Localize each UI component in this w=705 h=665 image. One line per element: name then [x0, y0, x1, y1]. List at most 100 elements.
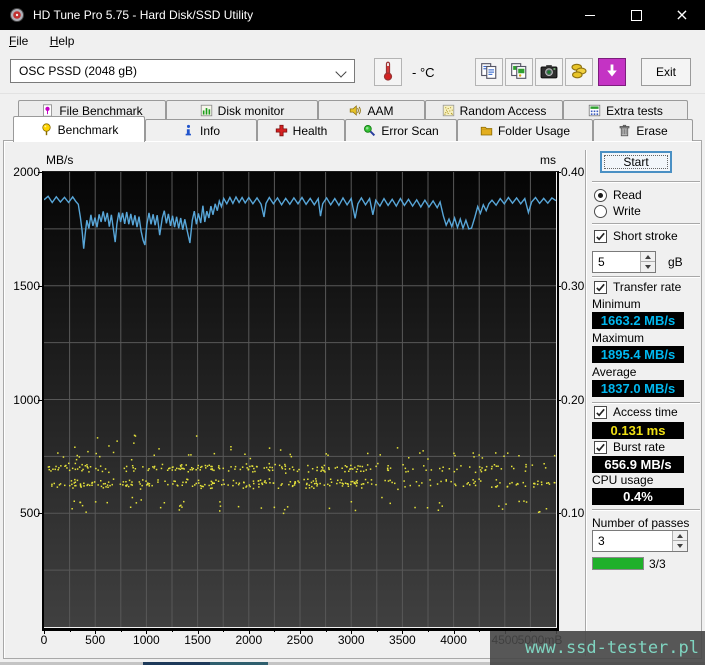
short-stroke-size-spinner[interactable]: 5	[592, 251, 656, 273]
x-axis-tick: 1500	[184, 633, 211, 647]
separator	[592, 402, 700, 404]
menu-file[interactable]: File	[0, 30, 37, 51]
spin-up-button[interactable]	[672, 531, 687, 541]
progress-fill	[593, 558, 643, 569]
titlebar: HD Tune Pro 5.75 - Hard Disk/SSD Utility…	[0, 0, 705, 30]
separator	[592, 223, 700, 225]
copy-text-button[interactable]	[475, 58, 503, 86]
tab-health[interactable]: Health	[257, 119, 345, 141]
maximize-icon	[630, 9, 642, 21]
short-stroke-size-value: 5	[598, 255, 605, 269]
donate-button[interactable]	[565, 58, 593, 86]
left-axis-tick: 500	[19, 506, 40, 521]
drive-select-value: OSC PSSD (2048 gB)	[19, 64, 138, 78]
left-axis-tick: 2000	[13, 165, 40, 179]
tab-error-scan[interactable]: Error Scan	[345, 119, 457, 141]
tab-folder-usage[interactable]: Folder Usage	[457, 119, 593, 141]
arrow-down-icon	[645, 265, 651, 269]
benchmark-icon	[40, 123, 53, 136]
average-label: Average	[592, 365, 637, 379]
cpu-usage-label: CPU usage	[592, 473, 654, 487]
maximize-button[interactable]	[613, 0, 659, 30]
maximum-label: Maximum	[592, 331, 645, 345]
burst-rate-label: Burst rate	[613, 440, 666, 454]
download-arrow-icon	[604, 63, 620, 82]
minimum-value: 1663.2 MB/s	[592, 312, 684, 329]
read-label: Read	[613, 188, 642, 202]
tab-random-access[interactable]: Random Access	[425, 100, 563, 120]
spin-up-button[interactable]	[640, 252, 655, 262]
tab-disk-monitor[interactable]: Disk monitor	[166, 100, 318, 120]
tab-label: Health	[292, 123, 328, 138]
exit-label: Exit	[655, 65, 676, 79]
spin-down-button[interactable]	[640, 262, 655, 272]
menubar: File Help	[0, 30, 705, 52]
passes-spinner[interactable]: 3	[592, 530, 688, 552]
left-axis-unit: MB/s	[46, 153, 74, 167]
access-time-checkbox[interactable]	[594, 406, 607, 419]
tab-erase[interactable]: Erase	[593, 119, 693, 141]
menu-help[interactable]: Help	[41, 30, 84, 51]
x-axis-tick: 2000	[235, 633, 263, 647]
spin-down-button[interactable]	[672, 541, 687, 551]
passes-progressbar	[592, 557, 644, 570]
burst-rate-value: 656.9 MB/s	[592, 456, 684, 473]
arrow-down-icon	[677, 544, 683, 548]
tab-label: Benchmark	[57, 122, 119, 137]
write-label: Write	[613, 204, 641, 218]
right-axis-unit: ms	[540, 153, 556, 167]
passes-label: Number of passes	[592, 516, 690, 530]
write-radio[interactable]	[594, 205, 607, 218]
tab-label: AAM	[367, 103, 394, 118]
tab-label: Info	[199, 123, 220, 138]
average-value: 1837.0 MB/s	[592, 380, 684, 397]
folder-usage-icon	[480, 124, 493, 137]
copy-image-icon	[510, 62, 528, 83]
short-stroke-checkbox[interactable]	[594, 230, 607, 243]
copy-image-button[interactable]	[505, 58, 533, 86]
temperature-button[interactable]	[374, 58, 402, 86]
tab-label: Disk monitor	[217, 103, 285, 118]
access-time-label: Access time	[613, 405, 678, 419]
short-stroke-unit: gB	[668, 255, 683, 269]
right-axis-tick: 0.20	[561, 392, 585, 407]
x-axis-tick: 4000	[440, 633, 467, 647]
tab-benchmark[interactable]: Benchmark	[13, 116, 145, 142]
minimize-button[interactable]	[567, 0, 613, 30]
right-axis-tick: 0.30	[561, 278, 585, 293]
passes-progress-text: 3/3	[649, 557, 666, 571]
app-icon	[9, 7, 25, 23]
extra-tests-icon	[588, 104, 601, 117]
coins-icon	[570, 62, 588, 83]
transfer-rate-checkbox[interactable]	[594, 281, 607, 294]
download-button[interactable]	[598, 58, 626, 86]
thermometer-icon	[378, 61, 398, 84]
chevron-down-icon	[335, 66, 347, 78]
tab-label: Folder Usage	[497, 123, 571, 138]
separator	[592, 181, 700, 183]
watermark: www.ssd-tester.pl	[490, 631, 705, 665]
plot-frame	[42, 171, 559, 631]
minimize-icon	[585, 14, 595, 16]
tab-aam[interactable]: AAM	[318, 100, 425, 120]
close-button[interactable]: ×	[659, 0, 705, 30]
right-axis-tick: 0.10	[561, 506, 585, 521]
transfer-rate-label: Transfer rate	[613, 280, 682, 294]
burst-rate-checkbox[interactable]	[594, 441, 607, 454]
info-icon	[182, 124, 195, 137]
tab-label: Random Access	[459, 103, 547, 118]
exit-button[interactable]: Exit	[641, 58, 691, 86]
aam-icon	[349, 104, 362, 117]
separator	[592, 276, 700, 278]
short-stroke-label: Short stroke	[613, 229, 678, 243]
tab-extra-tests[interactable]: Extra tests	[563, 100, 688, 120]
erase-icon	[618, 124, 631, 137]
x-axis-tick: 500	[85, 633, 106, 647]
screenshot-button[interactable]	[535, 58, 563, 86]
start-button[interactable]: Start	[600, 151, 672, 173]
drive-select[interactable]: OSC PSSD (2048 gB)	[10, 59, 355, 83]
separator	[592, 509, 700, 511]
disk-monitor-icon	[200, 104, 213, 117]
tab-info[interactable]: Info	[145, 119, 257, 141]
read-radio[interactable]	[594, 189, 607, 202]
